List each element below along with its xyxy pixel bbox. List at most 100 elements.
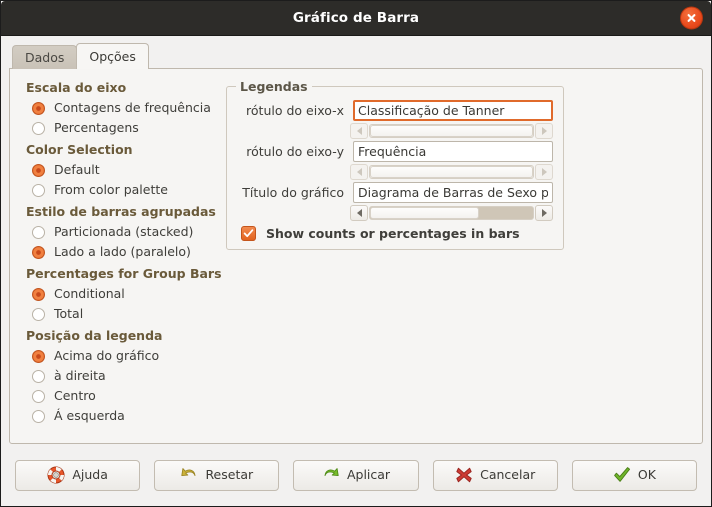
radio-label: Centro bbox=[54, 388, 96, 403]
chart-title-row: Título do gráfico bbox=[237, 182, 553, 203]
apply-button-label: Aplicar bbox=[346, 467, 391, 482]
ok-button-label: OK bbox=[637, 467, 656, 482]
radio-indicator bbox=[32, 183, 45, 197]
tab-strip: Dados Opções bbox=[9, 43, 703, 69]
chart-title-caption: Título do gráfico bbox=[242, 185, 344, 200]
radio-contagens-de-frequencia[interactable]: Contagens de frequência bbox=[32, 98, 218, 118]
tab-opcoes[interactable]: Opções bbox=[76, 43, 149, 69]
chevron-right-icon bbox=[541, 126, 547, 135]
group-heading-color-selection: Color Selection bbox=[26, 142, 133, 157]
scroll-thumb[interactable] bbox=[370, 206, 480, 219]
scroll-left-button[interactable] bbox=[350, 163, 368, 180]
scroll-right-button[interactable] bbox=[535, 204, 553, 221]
radio-from-color-palette[interactable]: From color palette bbox=[32, 180, 218, 200]
ok-button[interactable]: OK bbox=[571, 459, 698, 491]
radio-label: Total bbox=[54, 306, 84, 321]
scroll-right-button[interactable] bbox=[535, 163, 553, 180]
radio-label: Acima do gráfico bbox=[54, 348, 160, 363]
radio-centro[interactable]: Centro bbox=[32, 386, 218, 406]
radio-a-direita[interactable]: à direita bbox=[32, 366, 218, 386]
chevron-right-icon bbox=[541, 208, 547, 217]
radio-default[interactable]: Default bbox=[32, 160, 218, 180]
reset-button-label: Resetar bbox=[205, 467, 254, 482]
radio-label: Particionada (stacked) bbox=[54, 224, 194, 239]
apply-button[interactable]: Aplicar bbox=[293, 459, 419, 491]
lifebuoy-icon bbox=[47, 466, 65, 484]
radio-label: Lado a lado (paralelo) bbox=[54, 244, 191, 259]
scroll-trough[interactable] bbox=[369, 123, 534, 138]
x-axis-label-caption: rótulo do eixo-x bbox=[246, 103, 344, 118]
radio-total[interactable]: Total bbox=[32, 304, 218, 324]
window-title: Gráfico de Barra bbox=[292, 10, 420, 26]
chevron-left-icon bbox=[356, 208, 362, 217]
legendas-groupbox: Legendas rótulo do eixo-x Classificação … bbox=[226, 79, 564, 250]
radio-percentagens[interactable]: Percentagens bbox=[32, 118, 218, 138]
scroll-left-button[interactable] bbox=[350, 204, 368, 221]
x-axis-label-row: rótulo do eixo-x bbox=[237, 100, 553, 121]
chevron-left-icon bbox=[356, 126, 362, 135]
scroll-left-button[interactable] bbox=[350, 122, 368, 139]
reset-button[interactable]: Resetar bbox=[154, 459, 280, 491]
radio-particionada-stacked[interactable]: Particionada (stacked) bbox=[32, 222, 218, 242]
chart-title-scrollbar-row bbox=[237, 204, 553, 221]
radio-label: Conditional bbox=[54, 286, 125, 301]
scroll-thumb[interactable] bbox=[370, 124, 533, 137]
help-button[interactable]: Ajuda bbox=[15, 459, 141, 491]
radio-label: Default bbox=[54, 162, 100, 177]
radio-conditional[interactable]: Conditional bbox=[32, 284, 218, 304]
show-counts-checkbox-label: Show counts or percentages in bars bbox=[266, 226, 520, 241]
radio-a-esquerda[interactable]: Á esquerda bbox=[32, 406, 218, 426]
title-bar: Gráfico de Barra bbox=[1, 1, 711, 36]
options-right-column: Legendas rótulo do eixo-x Classificação … bbox=[218, 79, 694, 435]
options-tab-panel: Escala do eixo Contagens de frequência P… bbox=[9, 68, 703, 444]
scroll-right-button[interactable] bbox=[535, 122, 553, 139]
group-heading-axis-scale: Escala do eixo bbox=[26, 80, 127, 95]
radio-label: Percentagens bbox=[54, 120, 139, 135]
y-axis-scrollbar[interactable] bbox=[350, 163, 553, 180]
red-x-icon bbox=[455, 466, 473, 484]
show-counts-checkbox-row[interactable]: Show counts or percentages in bars bbox=[241, 226, 553, 241]
scroll-trough[interactable] bbox=[369, 205, 534, 220]
x-axis-scrollbar-row bbox=[237, 122, 553, 139]
radio-indicator bbox=[32, 307, 45, 321]
x-axis-label-input[interactable] bbox=[353, 100, 553, 121]
radio-indicator bbox=[32, 349, 45, 363]
y-axis-label-input[interactable] bbox=[353, 141, 553, 162]
close-button[interactable] bbox=[680, 6, 703, 30]
y-axis-label-row: rótulo do eixo-y bbox=[237, 141, 553, 162]
chart-title-scrollbar[interactable] bbox=[350, 204, 553, 221]
radio-indicator bbox=[32, 389, 45, 403]
chevron-right-icon bbox=[541, 167, 547, 176]
radio-indicator bbox=[32, 121, 45, 135]
bar-chart-dialog: Gráfico de Barra Dados Opções Escala do … bbox=[0, 0, 712, 507]
group-heading-legend-position: Posição da legenda bbox=[26, 328, 163, 343]
chevron-left-icon bbox=[356, 167, 362, 176]
radio-label: Á esquerda bbox=[54, 408, 125, 423]
dialog-button-bar: Ajuda Resetar Aplicar Cancelar OK bbox=[1, 444, 711, 506]
radio-label: Contagens de frequência bbox=[54, 100, 211, 115]
legendas-groupbox-title: Legendas bbox=[236, 79, 312, 94]
show-counts-checkbox[interactable] bbox=[241, 226, 256, 241]
radio-indicator bbox=[32, 409, 45, 423]
radio-indicator bbox=[32, 163, 45, 177]
radio-indicator bbox=[32, 225, 45, 239]
radio-acima-do-grafico[interactable]: Acima do gráfico bbox=[32, 346, 218, 366]
radio-indicator bbox=[32, 245, 45, 259]
x-axis-scrollbar[interactable] bbox=[350, 122, 553, 139]
checkmark-icon bbox=[243, 228, 254, 239]
scroll-thumb[interactable] bbox=[370, 165, 533, 178]
radio-lado-a-lado-paralelo[interactable]: Lado a lado (paralelo) bbox=[32, 242, 218, 262]
radio-label: à direita bbox=[54, 368, 106, 383]
close-x-icon bbox=[686, 13, 697, 24]
cancel-button-label: Cancelar bbox=[480, 467, 536, 482]
group-heading-grouped-bar-style: Estilo de barras agrupadas bbox=[26, 204, 216, 219]
radio-indicator bbox=[32, 101, 45, 115]
radio-indicator bbox=[32, 287, 45, 301]
chart-title-input[interactable] bbox=[353, 182, 553, 203]
tabs-area: Dados Opções Escala do eixo Contagens de… bbox=[1, 36, 711, 444]
options-left-column: Escala do eixo Contagens de frequência P… bbox=[18, 79, 222, 435]
y-axis-label-caption: rótulo do eixo-y bbox=[246, 144, 344, 159]
scroll-trough[interactable] bbox=[369, 164, 534, 179]
cancel-button[interactable]: Cancelar bbox=[432, 459, 558, 491]
tab-dados[interactable]: Dados bbox=[12, 45, 78, 69]
